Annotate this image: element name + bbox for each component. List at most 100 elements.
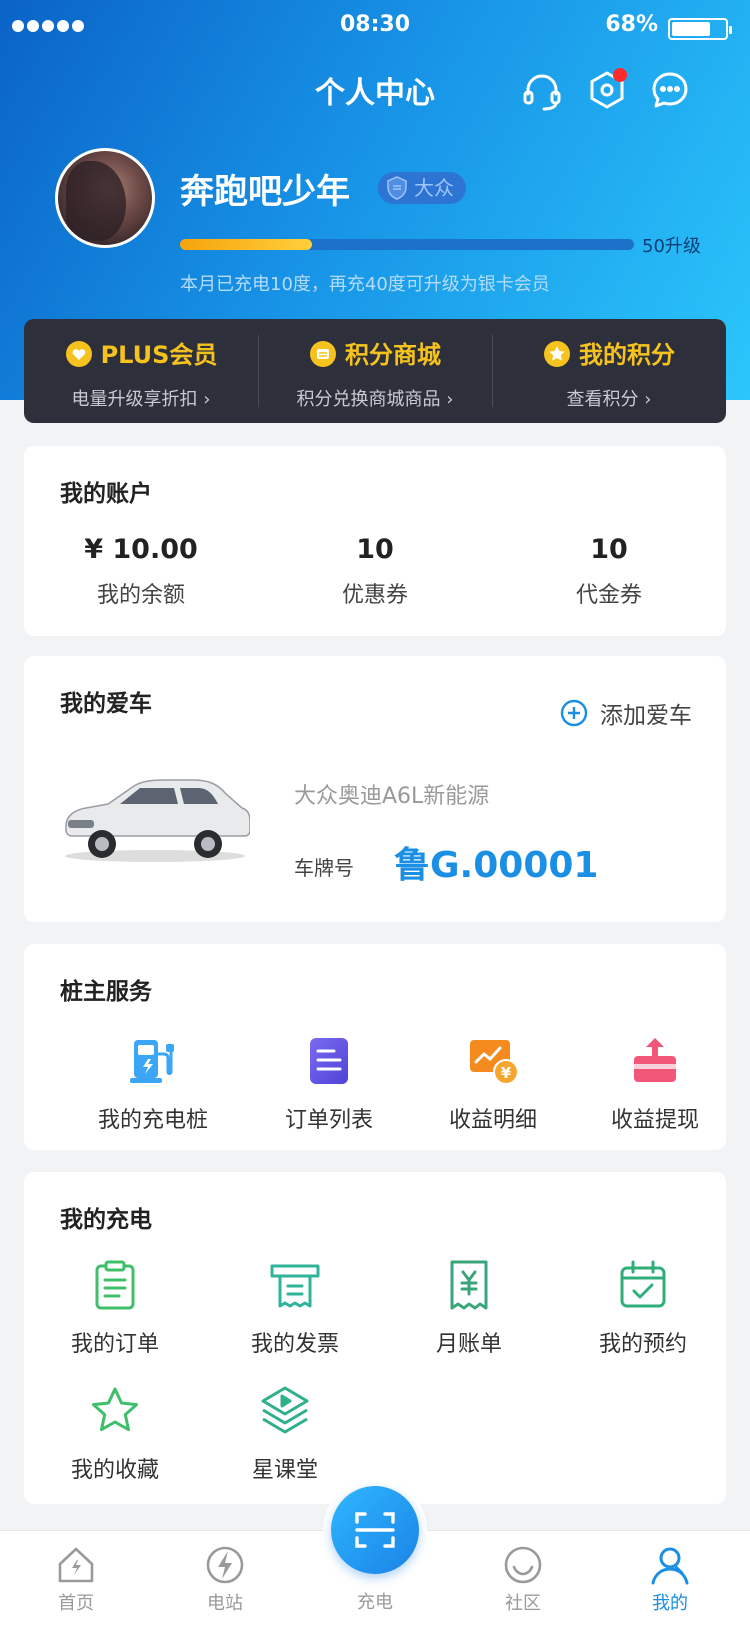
balance-value: ¥ 10.00 <box>84 534 198 565</box>
coupon-value: 10 <box>356 534 394 565</box>
charging-item-favorites[interactable]: 我的收藏 <box>27 1384 203 1484</box>
tab-profile[interactable]: 我的 <box>615 1543 725 1615</box>
order-list-icon <box>310 1038 348 1084</box>
tab-home[interactable]: 首页 <box>21 1543 131 1615</box>
tab-label: 电站 <box>207 1593 243 1614</box>
plate-label: 车牌号 <box>294 856 354 880</box>
add-car-label: 添加爱车 <box>600 703 692 729</box>
card-title: 桩主服务 <box>60 979 152 1005</box>
coupon-item[interactable]: 10 优惠券 <box>258 534 492 609</box>
star-badge-icon <box>544 341 570 367</box>
invoice-icon <box>270 1264 320 1308</box>
charging-item-course[interactable]: 星课堂 <box>197 1384 373 1484</box>
svg-text:¥: ¥ <box>501 1064 512 1082</box>
home-icon <box>58 1547 94 1583</box>
owner-services-card: 桩主服务 我的充电桩 订单列表 ¥ 收益明细 收益提现 <box>24 944 726 1150</box>
member-item-subtitle: 电量升级享折扣 › <box>71 389 211 410</box>
tab-label: 首页 <box>58 1593 94 1614</box>
car-card: 我的爱车 添加爱车 大众奥迪A6L新能源 车牌号 鲁G.00001 <box>24 656 726 922</box>
level-badge-label: 大众 <box>414 176 454 200</box>
upgrade-hint: 本月已充电10度，再充40度可升级为银卡会员 <box>180 274 550 295</box>
tab-label: 充电 <box>357 1592 393 1613</box>
calendar-icon <box>620 1260 666 1308</box>
service-item-label: 收益明细 <box>448 1108 537 1133</box>
member-item-title: 我的积分 <box>579 341 675 369</box>
upgrade-progress-fill <box>180 239 312 250</box>
balance-label: 我的余额 <box>96 583 185 608</box>
status-bar: 08:30 68% <box>0 0 750 56</box>
card-title: 我的爱车 <box>60 691 152 717</box>
tab-station[interactable]: 电站 <box>170 1543 280 1615</box>
charging-item-label: 月账单 <box>435 1332 502 1357</box>
member-item-plus[interactable]: PLUS会员 电量升级享折扣 › <box>24 319 258 423</box>
charging-item-label: 我的订单 <box>70 1332 159 1357</box>
tab-label: 社区 <box>505 1593 541 1614</box>
car-model: 大众奥迪A6L新能源 <box>294 784 490 809</box>
withdraw-icon <box>634 1038 676 1082</box>
charging-item-label: 我的收藏 <box>70 1458 159 1483</box>
scan-icon <box>355 1512 395 1548</box>
charging-item-reservations[interactable]: 我的预约 <box>555 1258 731 1358</box>
member-item-subtitle: 查看积分 › <box>566 389 652 410</box>
charging-item-monthly-bill[interactable]: 月账单 <box>381 1258 557 1358</box>
charging-item-orders[interactable]: 我的订单 <box>27 1258 203 1358</box>
notification-dot <box>613 68 627 82</box>
card-title: 我的账户 <box>60 481 152 507</box>
charging-pile-icon <box>130 1040 174 1083</box>
charging-item-label: 星课堂 <box>251 1458 318 1483</box>
coupon-label: 优惠券 <box>341 583 408 608</box>
message-icon[interactable] <box>648 68 692 112</box>
my-charging-card: 我的充电 我的订单 我的发票 月账单 我的预约 我的收藏 星课堂 <box>24 1172 726 1504</box>
headset-icon[interactable] <box>520 68 564 112</box>
username: 奔跑吧少年 <box>180 172 350 212</box>
account-card: 我的账户 ¥ 10.00 我的余额 10 优惠券 10 代金券 <box>24 446 726 636</box>
clipboard-icon <box>95 1260 135 1310</box>
profile-icon <box>651 1547 689 1585</box>
voucher-label: 代金券 <box>575 583 642 608</box>
car-image[interactable] <box>60 764 250 864</box>
avatar[interactable] <box>55 148 155 248</box>
upgrade-progress-bar <box>180 239 634 250</box>
battery-percent: 68% <box>605 12 658 37</box>
scan-charge-button[interactable] <box>331 1486 419 1574</box>
heart-badge-icon <box>65 341 92 367</box>
member-item-store[interactable]: 积分商城 积分兑换商城商品 › <box>258 319 492 423</box>
shield-icon <box>387 176 407 200</box>
battery-icon <box>668 18 732 40</box>
upgrade-progress-label: 50升级 <box>642 236 701 257</box>
tab-label: 我的 <box>652 1593 688 1614</box>
member-item-subtitle: 积分兑换商城商品 › <box>296 389 454 410</box>
community-icon <box>504 1546 542 1584</box>
bill-icon <box>450 1260 488 1310</box>
income-detail-icon: ¥ <box>470 1040 519 1085</box>
add-circle-icon <box>560 699 588 727</box>
service-item-withdraw[interactable]: 收益提现 <box>567 1034 743 1134</box>
service-item-income-detail[interactable]: ¥ 收益明细 <box>405 1034 581 1134</box>
plate-number: 鲁G.00001 <box>394 845 599 886</box>
charging-item-label: 我的发票 <box>250 1332 339 1357</box>
settings-icon[interactable] <box>585 68 629 112</box>
balance-item[interactable]: ¥ 10.00 我的余额 <box>24 534 258 609</box>
voucher-value: 10 <box>590 534 628 565</box>
station-icon <box>206 1546 244 1584</box>
service-item-order-list[interactable]: 订单列表 <box>241 1034 417 1134</box>
course-icon <box>261 1386 309 1434</box>
member-item-points[interactable]: 我的积分 查看积分 › <box>492 319 726 423</box>
voucher-item[interactable]: 10 代金券 <box>492 534 726 609</box>
tab-community[interactable]: 社区 <box>468 1543 578 1615</box>
charging-item-label: 我的预约 <box>598 1332 687 1357</box>
level-badge[interactable]: 大众 <box>378 172 466 204</box>
member-item-title: PLUS会员 <box>100 341 218 369</box>
member-item-title: 积分商城 <box>345 341 441 369</box>
service-item-charging-pile[interactable]: 我的充电桩 <box>65 1034 241 1134</box>
service-item-label: 收益提现 <box>610 1108 699 1133</box>
page-title: 个人中心 <box>315 76 435 111</box>
star-icon <box>92 1387 138 1432</box>
charging-item-invoices[interactable]: 我的发票 <box>207 1258 383 1358</box>
service-item-label: 我的充电桩 <box>97 1108 208 1133</box>
add-car-button[interactable]: 添加爱车 <box>560 696 692 730</box>
card-title: 我的充电 <box>60 1207 152 1233</box>
service-item-label: 订单列表 <box>284 1108 373 1133</box>
member-bar: PLUS会员 电量升级享折扣 › 积分商城 积分兑换商城商品 › 我的积分 查看… <box>24 319 726 423</box>
store-icon <box>310 341 336 367</box>
